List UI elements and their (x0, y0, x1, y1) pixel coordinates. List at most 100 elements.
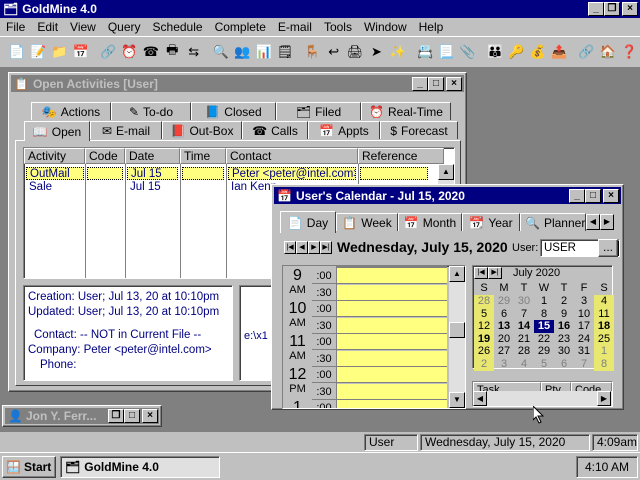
menu-file[interactable]: File (0, 18, 31, 36)
table-cell[interactable]: Jul 15 (127, 181, 178, 194)
calendar-day[interactable]: 5 (474, 307, 494, 321)
taskbar-goldmine-button[interactable]: 🗂 GoldMine 4.0 (60, 456, 220, 478)
calendar-day[interactable]: 16 (554, 320, 574, 333)
table-row[interactable]: OutMail (26, 167, 84, 180)
month-next-icon[interactable]: ▶| (488, 267, 502, 279)
calendar-minimize-button[interactable]: _ (569, 188, 585, 203)
desk-icon[interactable]: 🪑 (302, 41, 323, 63)
calendar-day[interactable]: 21 (514, 333, 534, 346)
scroll-up-icon[interactable]: ▲ (438, 164, 454, 180)
menu-email[interactable]: E-mail (272, 18, 318, 36)
calendar-day[interactable]: 29 (534, 345, 554, 358)
activities-window-icon[interactable]: 📋 (14, 77, 29, 91)
list-icon[interactable]: 🗒 (274, 41, 295, 63)
wand-icon[interactable]: ✨ (387, 41, 408, 63)
folder-icon[interactable]: 📁 (49, 41, 70, 63)
notes-icon[interactable]: 📝 (27, 41, 48, 63)
calendar-day[interactable]: 6 (554, 358, 574, 371)
time-slot[interactable] (337, 367, 447, 383)
calendar-day[interactable]: 27 (494, 345, 514, 358)
calendar-day[interactable]: 30 (554, 345, 574, 358)
minimized-maximize-button[interactable]: □ (124, 409, 140, 423)
menu-view[interactable]: View (64, 18, 102, 36)
calendar-day[interactable]: 14 (514, 320, 534, 333)
new-record-icon[interactable]: 📄 (6, 41, 27, 63)
menu-window[interactable]: Window (358, 18, 413, 36)
printer-icon[interactable]: 🖨 (344, 41, 365, 63)
calendar-day[interactable]: 3 (494, 358, 514, 371)
app-restore-button[interactable]: ❐ (604, 2, 620, 16)
calendar-day[interactable]: 1 (594, 345, 614, 358)
calendar-day[interactable]: 11 (594, 307, 614, 321)
calendar-icon[interactable]: 📅 (70, 41, 91, 63)
prev-day-icon[interactable]: ◀ (296, 241, 308, 254)
calendar-day[interactable]: 29 (494, 295, 514, 308)
calendar-day[interactable]: 10 (574, 308, 594, 321)
col-time[interactable]: Time (180, 148, 226, 164)
calendar-day[interactable]: 9 (554, 308, 574, 321)
back-icon[interactable]: ↩ (323, 41, 344, 63)
time-slot[interactable] (337, 301, 447, 317)
calendar-day[interactable]: 20 (494, 333, 514, 346)
calendar-day[interactable]: 15 (534, 320, 554, 333)
tab-realtime[interactable]: ⏰ Real-Time (361, 102, 451, 120)
prev-prev-day-icon[interactable]: |◀ (284, 241, 296, 254)
activities-maximize-button[interactable]: □ (428, 76, 444, 91)
start-button[interactable]: 🪟 Start (2, 456, 56, 478)
clip-icon[interactable]: 📎 (457, 41, 478, 63)
tab-actions[interactable]: 🎭 Actions (31, 102, 111, 120)
calendar-day[interactable]: 1 (534, 295, 554, 308)
calendar-day[interactable]: 26 (474, 345, 494, 358)
contacts-icon[interactable]: 📇 (414, 41, 435, 63)
calendar-window-icon[interactable]: 📅 (277, 189, 292, 203)
calendar-day[interactable]: 7 (514, 308, 534, 321)
time-slot[interactable] (337, 400, 447, 408)
menu-query[interactable]: Query (102, 18, 147, 36)
calendar-day[interactable]: 6 (494, 308, 514, 321)
schedule-icon[interactable]: 🔗 (97, 41, 118, 63)
next-day-icon[interactable]: ▶ (308, 241, 320, 254)
schedule-vscroll[interactable]: ▲ ▼ (449, 266, 465, 408)
menu-tools[interactable]: Tools (318, 18, 358, 36)
calendar-day[interactable]: 31 (574, 345, 594, 358)
calendar-day[interactable]: 5 (534, 358, 554, 371)
key-icon[interactable]: 🔑 (506, 41, 527, 63)
tabs-scroll-right-icon[interactable]: ▶ (600, 214, 614, 230)
tab-appts[interactable]: 📅 Appts (308, 121, 380, 139)
tab-filed[interactable]: 🗂 Filed (276, 102, 361, 120)
calendar-day[interactable]: 17 (574, 320, 594, 333)
calendar-day[interactable]: 30 (514, 295, 534, 308)
table-cell[interactable]: Peter <peter@intel.com> (228, 167, 356, 180)
time-slot[interactable] (337, 334, 447, 350)
calendar-day[interactable]: 25 (594, 332, 614, 346)
calendar-day[interactable]: 24 (574, 333, 594, 346)
next-next-day-icon[interactable]: ▶| (320, 241, 332, 254)
tab-day[interactable]: 📄 Day (280, 211, 336, 233)
calendar-day[interactable]: 13 (494, 320, 514, 333)
export-icon[interactable]: 📤 (549, 41, 570, 63)
table-cell[interactable] (360, 167, 428, 180)
minimized-close-button[interactable]: × (142, 409, 158, 423)
app-icon[interactable]: 🗂 (3, 2, 18, 16)
calendar-maximize-button[interactable]: □ (585, 188, 601, 203)
calendar-day[interactable]: 8 (594, 357, 614, 371)
money-icon[interactable]: 💰 (527, 41, 548, 63)
col-reference[interactable]: Reference (358, 148, 444, 164)
calendar-day[interactable]: 28 (514, 345, 534, 358)
calendar-day[interactable]: 19 (474, 332, 494, 346)
activities-close-button[interactable]: × (446, 76, 462, 91)
tab-planner[interactable]: 🔍 Planner (520, 213, 586, 231)
table-cell[interactable] (87, 167, 123, 180)
app-close-button[interactable]: × (622, 2, 638, 16)
time-slot[interactable] (337, 317, 447, 334)
menu-edit[interactable]: Edit (31, 18, 64, 36)
tab-calls[interactable]: ☎ Calls (242, 121, 308, 139)
tabs-scroll-left-icon[interactable]: ◀ (586, 214, 600, 230)
users-icon[interactable]: 👥 (232, 41, 253, 63)
home-icon[interactable]: 🏠 (597, 41, 618, 63)
search-icon[interactable]: 🔍 (210, 41, 231, 63)
schedule-scroll-thumb[interactable] (449, 322, 465, 338)
tab-month[interactable]: 📅 Month (398, 213, 462, 231)
tab-open[interactable]: 📖 Open (24, 121, 90, 141)
help-icon[interactable]: ❓ (619, 41, 640, 63)
